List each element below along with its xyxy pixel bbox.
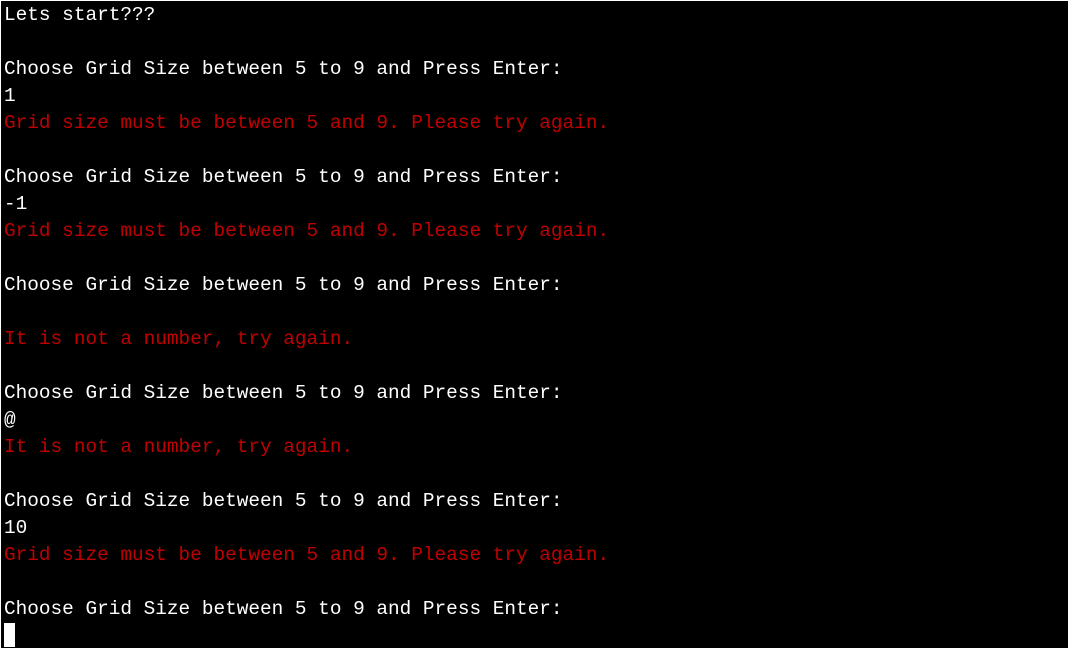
terminal-output: Lets start??? Choose Grid Size between 5 …	[4, 2, 1068, 623]
text-cursor	[4, 623, 15, 647]
error-message-line: Grid size must be between 5 and 9. Pleas…	[4, 112, 610, 134]
user-input-line: 1	[4, 85, 16, 107]
error-message-line: Grid size must be between 5 and 9. Pleas…	[4, 544, 610, 566]
user-input-line	[4, 299, 1068, 326]
user-input-line: -1	[4, 193, 28, 215]
prompt-line: Choose Grid Size between 5 to 9 and Pres…	[4, 166, 563, 188]
prompt-line: Choose Grid Size between 5 to 9 and Pres…	[4, 490, 563, 512]
error-message-line: It is not a number, try again.	[4, 328, 354, 350]
terminal-input-line[interactable]	[4, 623, 1068, 648]
output-line: Lets start???	[4, 4, 156, 26]
user-input-line: @	[4, 409, 16, 431]
error-message-line: Grid size must be between 5 and 9. Pleas…	[4, 220, 610, 242]
terminal-window[interactable]: Lets start??? Choose Grid Size between 5 …	[1, 1, 1068, 648]
prompt-line: Choose Grid Size between 5 to 9 and Pres…	[4, 274, 563, 296]
error-message-line: It is not a number, try again.	[4, 436, 354, 458]
prompt-line: Choose Grid Size between 5 to 9 and Pres…	[4, 598, 563, 620]
user-input-line: 10	[4, 517, 28, 539]
prompt-line: Choose Grid Size between 5 to 9 and Pres…	[4, 382, 563, 404]
prompt-line: Choose Grid Size between 5 to 9 and Pres…	[4, 58, 563, 80]
